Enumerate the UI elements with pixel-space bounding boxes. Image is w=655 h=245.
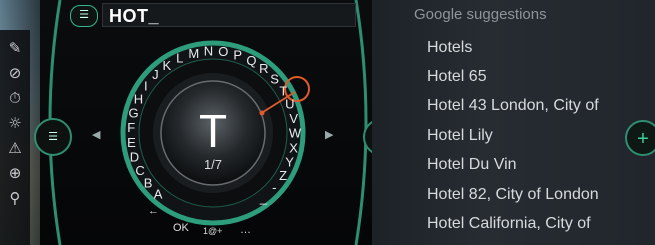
suggestion-item[interactable]: Hotel 43 London, City of [427, 97, 599, 115]
letter-key-w[interactable]: W [289, 126, 302, 141]
suggestion-item[interactable]: Hotel 65 [427, 68, 487, 86]
letter-key-k[interactable]: K [162, 58, 171, 73]
suggestions-panel: Google suggestions Hotels Hotel 65 Hotel… [372, 0, 655, 245]
navigation-screen: ✎ ⊘ ⏱ ☼ ⚠ ⊕ ⚲ ABCDEFGHIJKLMNOPQRSTUVWXYZ… [0, 0, 655, 245]
suggestion-item[interactable]: Hotel Du Vin [427, 156, 517, 174]
suggestions-title: Google suggestions [414, 6, 547, 23]
speech-input-icon[interactable]: ☰ [70, 5, 98, 27]
letter-key-b[interactable]: B [144, 176, 153, 191]
letter-key-l[interactable]: L [176, 51, 183, 66]
selection-position: 1/7 [203, 157, 223, 172]
search-input-row: ☰ HOT_ [62, 3, 357, 27]
letter-key-a[interactable]: A [154, 186, 163, 201]
suggestion-item[interactable]: Hotels [427, 39, 472, 57]
add-icon[interactable]: + [625, 120, 655, 156]
letter-key-s[interactable]: S [270, 71, 279, 86]
back-context-button[interactable]: ☰ [34, 118, 72, 156]
scroll-right-arrow-icon[interactable]: ▶ [325, 128, 333, 141]
letter-key-o[interactable]: O [218, 44, 228, 59]
suggestion-item[interactable]: Hotel California, City of [427, 215, 591, 233]
letter-key-g[interactable]: G [128, 105, 138, 120]
suggestion-item[interactable]: Hotel Lily [427, 127, 493, 145]
letter-key-i[interactable]: I [144, 79, 148, 94]
letter-key-h[interactable]: H [134, 91, 143, 106]
more-keys[interactable]: … [240, 224, 251, 236]
letter-key-f[interactable]: F [127, 120, 135, 135]
ok-key[interactable]: OK [173, 222, 189, 234]
scroll-left-arrow-icon[interactable]: ◀ [92, 128, 100, 141]
letter-key-r[interactable]: R [259, 61, 268, 76]
letter-key-m[interactable]: M [188, 46, 199, 61]
search-input[interactable]: HOT_ [102, 3, 356, 27]
letter-key-c[interactable]: C [135, 163, 144, 178]
letter-key-v[interactable]: V [289, 111, 298, 126]
letter-key-e[interactable]: E [127, 135, 136, 150]
backspace-key[interactable]: ← [148, 205, 159, 217]
suggestion-item[interactable]: Hotel 82, City of London [427, 186, 599, 204]
letter-key-n[interactable]: N [204, 44, 213, 59]
search-input-value: HOT_ [109, 6, 160, 26]
letter-key-underscore[interactable]: _ [259, 190, 268, 205]
letter-key-u[interactable]: U [285, 97, 294, 112]
letter-key-z[interactable]: Z [279, 168, 287, 183]
letter-key-d[interactable]: D [130, 149, 139, 164]
letter-key-dash[interactable]: - [272, 180, 276, 195]
symbols-key[interactable]: 1@+ [203, 226, 222, 236]
letter-key-x[interactable]: X [289, 141, 298, 156]
selected-letter: T [198, 105, 228, 157]
letter-key-p[interactable]: P [233, 47, 242, 62]
letter-key-q[interactable]: Q [246, 53, 256, 68]
letter-key-j[interactable]: J [152, 67, 159, 82]
